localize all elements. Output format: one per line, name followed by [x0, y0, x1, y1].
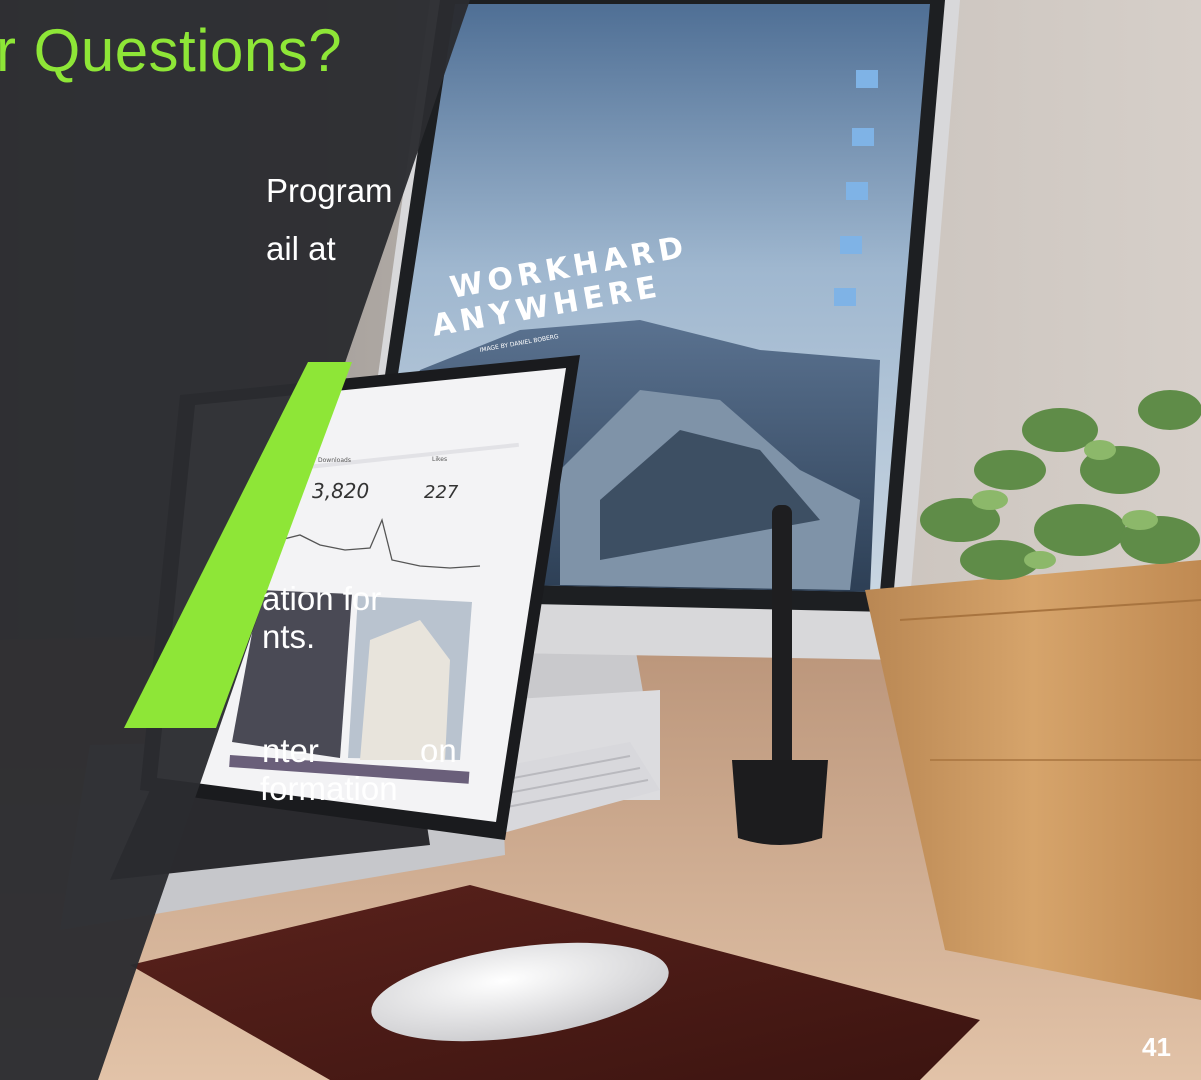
body-line-5: nter	[262, 732, 319, 769]
body-line-3: ation for	[262, 580, 382, 617]
body-line-2: ail at	[266, 230, 336, 267]
body-line-4: nts.	[262, 618, 316, 655]
page-number: 41	[1142, 1032, 1171, 1062]
slide-title: r Questions?	[0, 17, 343, 84]
body-line-6: on	[420, 732, 457, 769]
body-line-7: formation	[260, 770, 398, 807]
body-line-1: Program	[266, 172, 393, 209]
slide: WORKHARD ANYWHERE IMAGE BY DANIEL BOBERG	[0, 0, 1201, 1080]
overlay-shapes	[0, 0, 470, 1080]
